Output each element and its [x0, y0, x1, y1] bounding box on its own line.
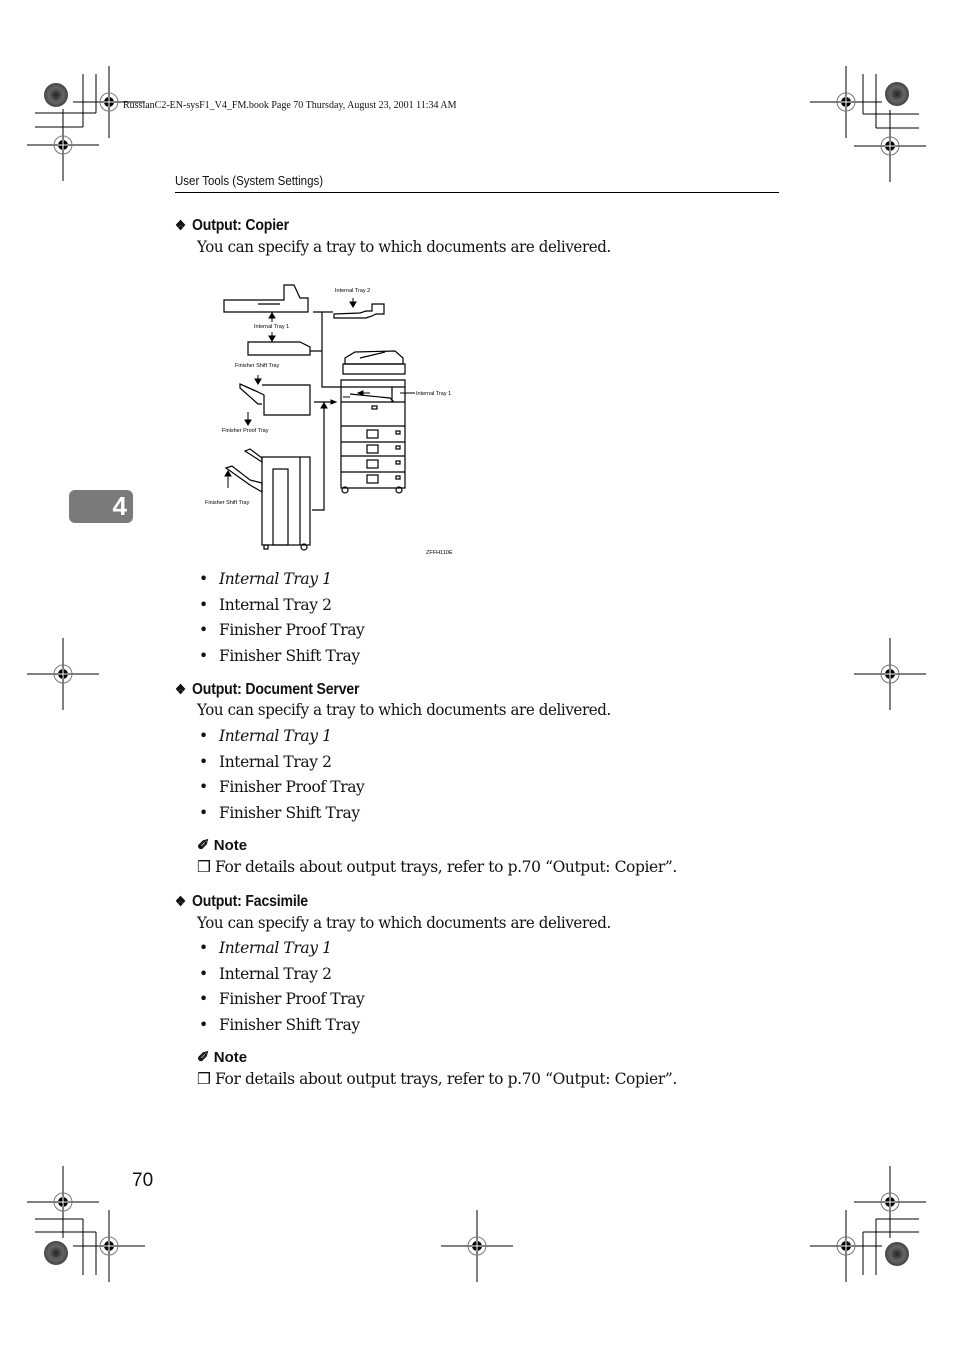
note-text: For details about output trays, refer to… [215, 1070, 677, 1088]
crop-mark-bottom-right [809, 1165, 927, 1283]
crop-mark-top-right [809, 65, 927, 183]
list-item: Internal Tray 2 [197, 750, 364, 776]
checkbox-icon: ❒ [197, 1070, 211, 1088]
note-text: For details about output trays, refer to… [215, 858, 677, 876]
color-target-icon [44, 1241, 68, 1265]
section-title-text: Output: Document Server [192, 681, 360, 698]
facsimile-tray-list: Internal Tray 1 Internal Tray 2 Finisher… [197, 936, 365, 1039]
label-internal-tray-2: Internal Tray 2 [335, 288, 370, 294]
diamond-cluster-icon: ❖ [175, 893, 186, 909]
label-finisher-shift-tray-top: Finisher Shift Tray [235, 363, 280, 369]
scanner-unit-illustration [223, 284, 309, 313]
note-heading: ✐ Note [197, 1048, 247, 1066]
list-item: Internal Tray 1 [197, 936, 364, 962]
copier-illustration [340, 350, 406, 494]
document-server-tray-list: Internal Tray 1 Internal Tray 2 Finisher… [197, 724, 365, 827]
output-tray-diagram: Internal Tray 2 Internal Tray 1 Finisher… [205, 284, 453, 556]
section-title-text: Output: Copier [192, 217, 289, 234]
print-registration-marks [26, 65, 927, 1283]
running-head: User Tools (System Settings) [175, 174, 324, 188]
color-target-icon [885, 82, 909, 106]
list-item: Finisher Shift Tray [197, 1013, 364, 1039]
note-title-text: Note [213, 1049, 248, 1066]
registration-mark-bottom-center [440, 1209, 514, 1283]
label-internal-tray-1-right: Internal Tray 1 [416, 391, 451, 397]
list-item: Finisher Proof Tray [197, 775, 365, 801]
pencil-icon: ✐ [197, 1049, 210, 1066]
label-finisher-shift-tray-bottom: Finisher Shift Tray [205, 500, 250, 506]
list-item: Finisher Proof Tray [197, 618, 365, 644]
crop-mark-top-left [26, 65, 146, 182]
note-heading: ✐ Note [197, 836, 247, 854]
registration-mark-left [26, 637, 100, 711]
list-item: Finisher Proof Tray [197, 987, 365, 1013]
section-title-document-server: ❖ Output: Document Server [175, 681, 359, 699]
section-title-text: Output: Facsimile [192, 893, 308, 910]
color-target-icon [885, 1242, 909, 1266]
list-item: Internal Tray 2 [197, 593, 364, 619]
list-item: Internal Tray 1 [197, 567, 364, 593]
diamond-cluster-icon: ❖ [175, 681, 186, 697]
chapter-tab: 4 [69, 490, 133, 523]
label-internal-tray-1-left: Internal Tray 1 [254, 324, 289, 330]
list-item: Finisher Shift Tray [197, 644, 364, 670]
section-title-facsimile: ❖ Output: Facsimile [175, 893, 308, 911]
internal-tray-1-illustration [247, 341, 311, 356]
note-item: ❒ For details about output trays, refer … [197, 858, 677, 876]
list-item: Internal Tray 2 [197, 962, 364, 988]
crop-mark-bottom-left [26, 1165, 146, 1283]
internal-tray-2-illustration [333, 303, 385, 319]
section-description: You can specify a tray to which document… [197, 914, 611, 932]
pencil-icon: ✐ [197, 837, 210, 854]
copier-tray-list: Internal Tray 1 Internal Tray 2 Finisher… [197, 567, 365, 670]
section-description: You can specify a tray to which document… [197, 701, 611, 719]
list-item: Finisher Shift Tray [197, 801, 364, 827]
checkbox-icon: ❒ [197, 858, 211, 876]
book-file-info: RussianC2-EN-sysF1_V4_FM.book Page 70 Th… [123, 100, 457, 111]
registration-mark-right [853, 637, 927, 711]
label-finisher-proof-tray: Finisher Proof Tray [222, 428, 269, 434]
header-rule [175, 192, 779, 193]
list-item: Internal Tray 1 [197, 724, 364, 750]
page-number: 70 [132, 1170, 154, 1191]
section-description: You can specify a tray to which document… [197, 238, 611, 256]
diamond-cluster-icon: ❖ [175, 217, 186, 233]
color-target-icon [44, 83, 68, 107]
note-title-text: Note [213, 837, 248, 854]
note-item: ❒ For details about output trays, refer … [197, 1070, 677, 1088]
section-title-copier: ❖ Output: Copier [175, 217, 289, 235]
figure-code: ZFFH110E [426, 550, 453, 556]
